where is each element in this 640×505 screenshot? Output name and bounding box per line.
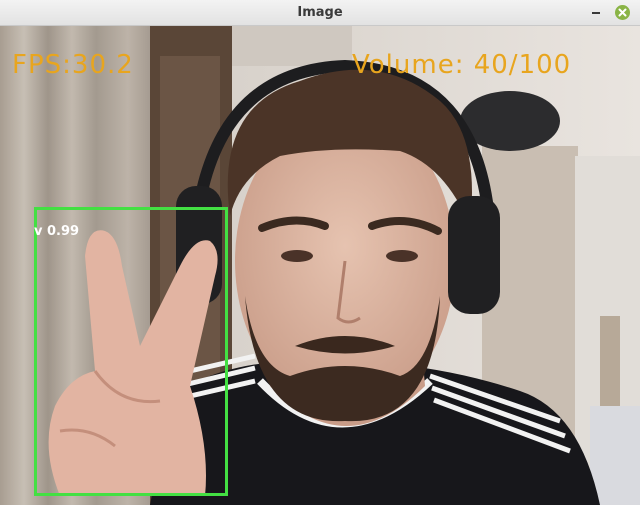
close-icon [618, 8, 627, 17]
window-title: Image [297, 5, 343, 20]
title-bar[interactable]: Image [0, 0, 640, 26]
detection-bounding-box [34, 207, 228, 496]
volume-readout: Volume: 40/100 [352, 50, 572, 80]
minimize-button[interactable] [589, 3, 603, 19]
image-window: Image FPS:30.2 Volume: 40/100 v 0.99 [0, 0, 640, 505]
camera-feed: FPS:30.2 Volume: 40/100 v 0.99 [0, 26, 640, 505]
close-button[interactable] [615, 5, 630, 20]
minimize-icon [592, 12, 600, 14]
detection-label: v 0.99 [34, 224, 80, 239]
fps-readout: FPS:30.2 [12, 50, 134, 80]
